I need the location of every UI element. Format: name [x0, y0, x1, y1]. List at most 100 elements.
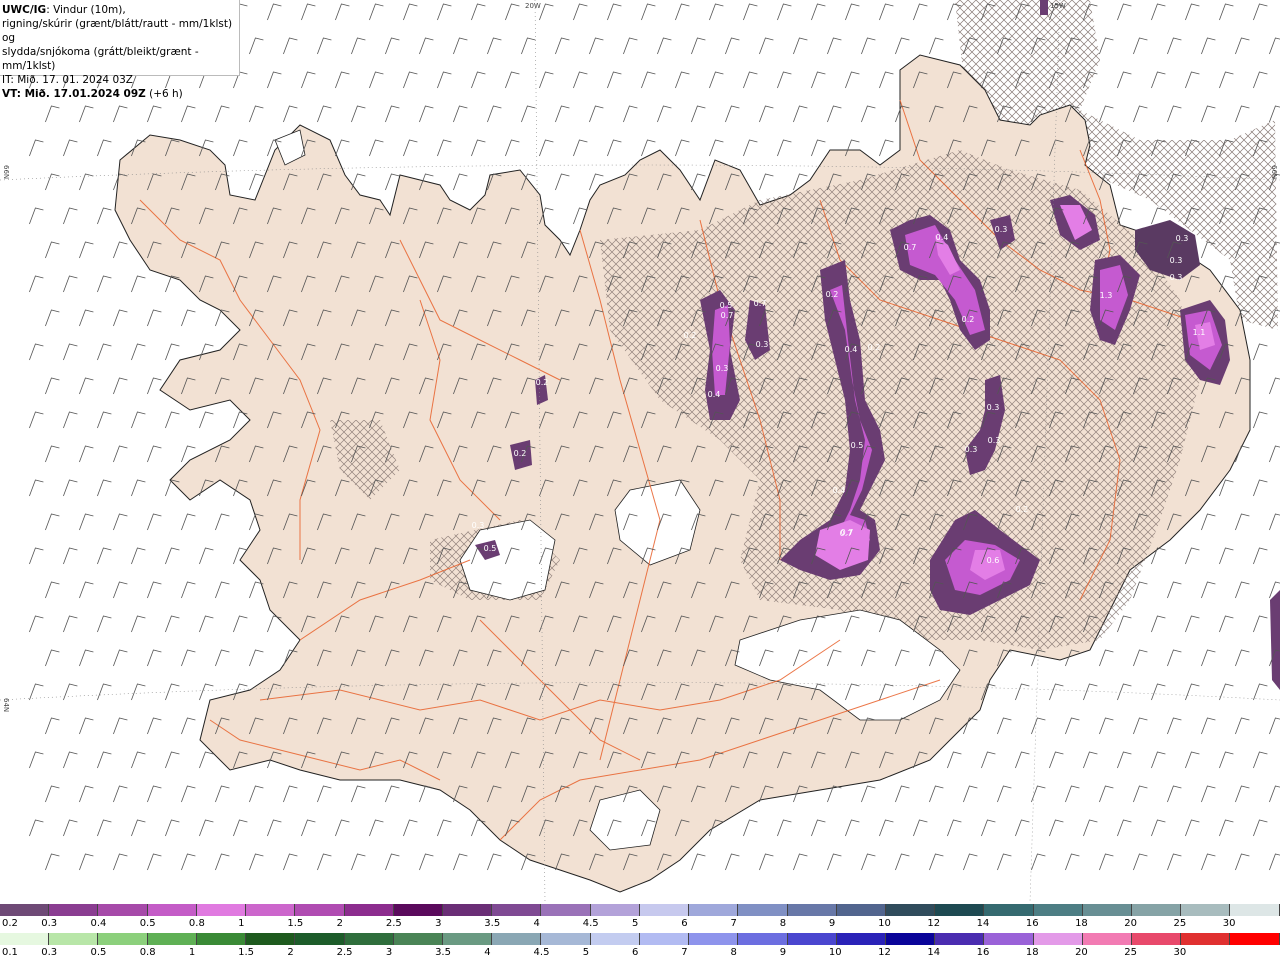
legend-color-cell	[442, 933, 493, 945]
legend-color-cell	[196, 933, 247, 945]
precip-value-label: 0.2	[514, 449, 527, 458]
legend-color-cell	[1181, 904, 1231, 916]
legend-label: 14	[927, 947, 941, 958]
precip-value-label: 0.4	[833, 486, 846, 495]
legend-color-cell	[738, 904, 788, 916]
legend-label: 4.5	[533, 947, 550, 958]
legend-color-cell	[541, 904, 591, 916]
legend-color-cell	[1033, 904, 1083, 916]
precip-value-label: 0.5	[720, 301, 733, 310]
legend-color-cell	[0, 933, 50, 945]
legend-color-cell	[196, 904, 247, 916]
legend-color-cell	[393, 904, 443, 916]
legend-color-cell	[1230, 933, 1280, 945]
legend-label: 2.5	[336, 947, 353, 958]
legend-color-cell	[1082, 904, 1133, 916]
legend-label: 0.8	[188, 918, 205, 929]
legend-color-cell	[246, 933, 296, 945]
legend-label: 4	[533, 918, 540, 929]
precip-value-label: 0.6	[987, 556, 1000, 565]
legend-label: 1.5	[238, 947, 255, 958]
legend-label: 10	[828, 947, 842, 958]
legend-color-cell	[689, 904, 739, 916]
legend-label: 14	[976, 918, 990, 929]
legend-label: 5	[632, 918, 639, 929]
legend-color-cell	[590, 933, 640, 945]
legend-color-cell	[147, 904, 197, 916]
legend-label: 20	[1075, 947, 1088, 958]
legend-label: 18	[1025, 947, 1039, 958]
grid-label-20w: 20W	[525, 2, 541, 10]
legend-color-cell	[639, 904, 690, 916]
precip-value-label: 0.7	[840, 529, 853, 538]
legend-label: 0.4	[90, 918, 107, 929]
legend-label: 0.3	[41, 947, 58, 958]
legend-label: 0.8	[139, 947, 156, 958]
grid-label-15w: 15W	[1050, 2, 1066, 10]
legend-label: 3.5	[484, 918, 501, 929]
legend-label: 2	[336, 918, 343, 929]
legend-color-cell	[295, 904, 345, 916]
precip-value-label: 0.3	[965, 445, 978, 454]
precip-value-label: 0.5	[484, 544, 497, 553]
legend-color-cell	[0, 904, 50, 916]
precip-value-label: 0.3	[716, 364, 729, 373]
legend-color-cell	[787, 933, 837, 945]
legend-label: 2.5	[385, 918, 402, 929]
precip-value-label: 0.3	[1170, 256, 1183, 265]
legend-color-cell	[147, 933, 197, 945]
precip-value-label: 0.3	[987, 403, 1000, 412]
legend-label: 7	[730, 918, 737, 929]
legend-color-cell	[885, 933, 936, 945]
rain-legend-bar	[0, 933, 1280, 945]
legend-color-cell	[1082, 933, 1133, 945]
legend-color-cell	[689, 933, 739, 945]
rain-legend-labels: 0.1 0.3 0.5 0.8 1 1.5 2 2.5 3 3.5 4 4.5 5 6 7 8 9 10 12 14 1…	[0, 947, 1280, 959]
grid-label-64n-left: 64N	[2, 698, 10, 713]
legend-color-cell	[738, 933, 788, 945]
legend-color-cell	[492, 904, 542, 916]
legend-color-cell	[1230, 904, 1280, 916]
legend-label: 6	[681, 918, 688, 929]
title-line2: rigning/skúrir (grænt/blátt/rautt - mm/1…	[2, 18, 233, 44]
legend-color-cell	[1181, 933, 1231, 945]
legend-label: 16	[1025, 918, 1039, 929]
legend-color-cell	[295, 933, 345, 945]
legend-color-cell	[836, 904, 886, 916]
precip-value-label: 0.3	[1170, 273, 1183, 282]
weather-map: 0.70.50.20.30.30.40.70.20.20.30.50.20.4 0…	[0, 0, 1280, 902]
legend-label: 20	[1124, 918, 1138, 929]
precip-value-label: 0.3	[756, 340, 769, 349]
legend-color-cell	[49, 933, 99, 945]
legend-color-cell	[1033, 933, 1083, 945]
legend-color-cell	[442, 904, 493, 916]
precip-value-label: 0.7	[904, 243, 917, 252]
precip-value-label: 0.4	[936, 233, 949, 242]
legend-color-cell	[590, 904, 640, 916]
legend-label: 0.2	[2, 918, 18, 929]
legend-label: 9	[779, 947, 787, 958]
legend-label: 2	[287, 947, 294, 958]
legend-label: 16	[976, 947, 990, 958]
legend-color-cell	[787, 904, 837, 916]
precip-value-label: 0.3	[988, 436, 1001, 445]
legend-color-cell	[1132, 904, 1182, 916]
legend-label: 12	[927, 918, 941, 929]
legend-label: 25	[1124, 947, 1138, 958]
legend-label: 10	[878, 918, 891, 929]
legend-color-cell	[98, 904, 148, 916]
precip-value-label: 0.3	[995, 225, 1008, 234]
precip-value-label: 0.2	[536, 378, 549, 387]
precip-value-label: 0.4	[845, 345, 858, 354]
map-title-box: UWC/IG: Vindur (10m), rigning/skúrir (gr…	[0, 0, 240, 100]
legend-label: 0.5	[139, 918, 156, 929]
title-lead-time: (+6 h)	[145, 88, 183, 100]
precip-value-label: 0.5	[851, 441, 864, 450]
precip-value-label: 0.2	[1016, 505, 1029, 514]
legend-color-cell	[393, 933, 443, 945]
legend-color-cell	[98, 933, 148, 945]
legend-label: 3	[435, 918, 442, 929]
snow-legend-labels: 0.2 0.3 0.4 0.5 0.8 1 1.5 2 2.5 3 3.5 4 4.5 5 6 7 8 9 10 12…	[0, 918, 1280, 930]
precip-value-label: 1.1	[1193, 328, 1206, 337]
legend-label: 8	[779, 918, 787, 929]
